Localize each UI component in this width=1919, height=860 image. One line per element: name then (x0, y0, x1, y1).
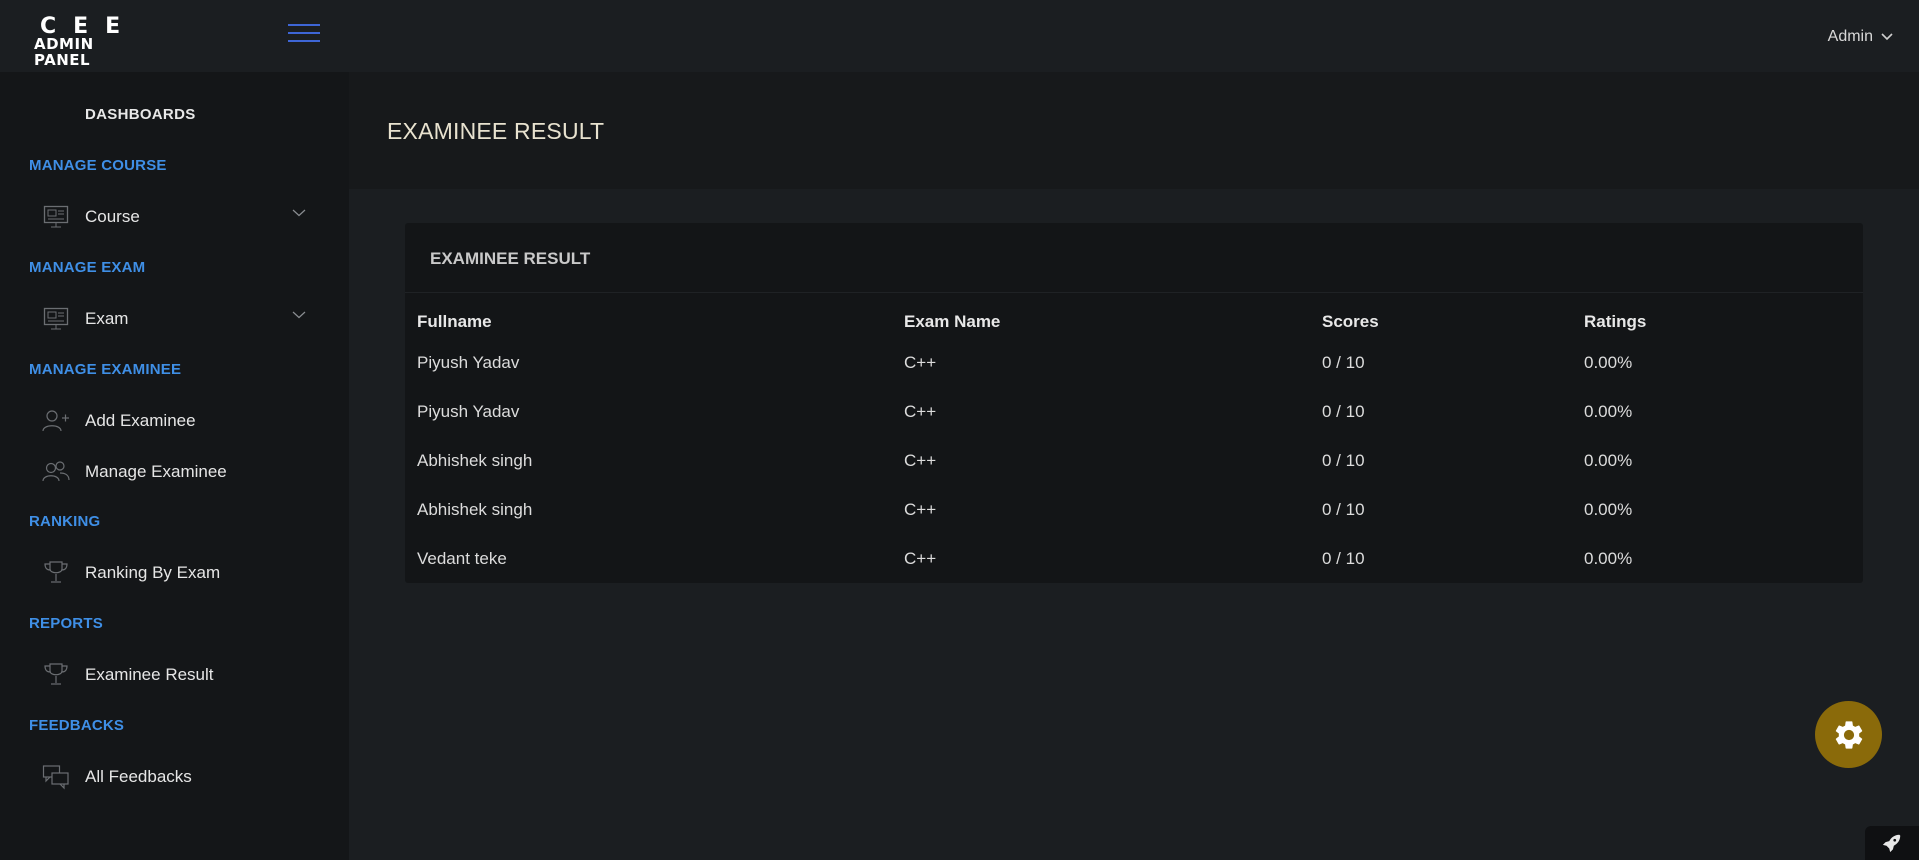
results-table: Fullname Exam Name Scores Ratings Piyush… (417, 305, 1851, 583)
cell-scores: 0 / 10 (1322, 401, 1365, 421)
sidebar-item-dashboards[interactable]: DASHBOARDS (85, 106, 196, 123)
sidebar-item-label: Examinee Result (85, 665, 214, 684)
settings-button[interactable] (1815, 701, 1882, 768)
sidebar-item-all-feedbacks[interactable]: All Feedbacks (42, 761, 312, 793)
sidebar-heading-manage-exam: MANAGE EXAM (29, 259, 146, 276)
cell-exam-name: C++ (904, 499, 937, 519)
cell-fullname: Abhishek singh (417, 450, 533, 470)
column-header-ratings[interactable]: Ratings (1584, 305, 1851, 338)
table-row: Vedant teke C++ 0 / 10 0.00% (417, 534, 1851, 583)
chat-icon (42, 763, 70, 791)
sidebar-heading-ranking: RANKING (29, 513, 101, 530)
sidebar-item-label: Manage Examinee (85, 462, 227, 481)
sidebar-item-label: Ranking By Exam (85, 563, 221, 582)
top-bar: CEE ADMIN PANEL Admin (0, 0, 1919, 72)
monitor-icon (42, 203, 70, 231)
cell-scores: 0 / 10 (1322, 499, 1365, 519)
brand-line2: ADMIN PANEL (34, 35, 94, 69)
cell-ratings: 0.00% (1584, 401, 1633, 421)
cell-ratings: 0.00% (1584, 352, 1633, 372)
examinee-result-card: EXAMINEE RESULT Fullname Exam Name Score… (405, 223, 1863, 583)
sidebar-item-label: Exam (85, 309, 129, 328)
user-label: Admin (1827, 28, 1873, 45)
page-title-bar: EXAMINEE RESULT (349, 72, 1919, 189)
sidebar: DASHBOARDS MANAGE COURSE Course MANAGE E… (0, 72, 349, 860)
column-header-scores[interactable]: Scores (1322, 305, 1584, 338)
table-row: Piyush Yadav C++ 0 / 10 0.00% (417, 387, 1851, 436)
card-header: EXAMINEE RESULT (405, 223, 1863, 293)
cell-exam-name: C++ (904, 548, 937, 568)
sidebar-item-ranking-by-exam[interactable]: Ranking By Exam (42, 557, 312, 589)
gear-icon (1835, 720, 1862, 749)
table-row: Abhishek singh C++ 0 / 10 0.00% (417, 485, 1851, 534)
cell-fullname: Piyush Yadav (417, 401, 520, 421)
rocket-icon (1882, 834, 1901, 853)
sidebar-item-manage-examinee[interactable]: Manage Examinee (42, 456, 312, 488)
user-menu[interactable]: Admin (1828, 28, 1893, 46)
cell-scores: 0 / 10 (1322, 548, 1365, 568)
table-header-row: Fullname Exam Name Scores Ratings (417, 305, 1851, 338)
monitor-icon (42, 305, 70, 333)
cell-exam-name: C++ (904, 450, 937, 470)
sidebar-heading-feedbacks: FEEDBACKS (29, 717, 125, 734)
chevron-down-icon (292, 311, 306, 319)
cell-fullname: Vedant teke (417, 548, 507, 568)
cell-exam-name: C++ (904, 352, 937, 372)
sidebar-item-label: Add Examinee (85, 411, 196, 430)
card-title: EXAMINEE RESULT (430, 249, 591, 268)
cell-fullname: Abhishek singh (417, 499, 533, 519)
column-header-fullname[interactable]: Fullname (417, 305, 904, 338)
cell-scores: 0 / 10 (1322, 450, 1365, 470)
sidebar-item-exam[interactable]: Exam (42, 303, 312, 335)
page-title: EXAMINEE RESULT (387, 118, 605, 144)
cell-fullname: Piyush Yadav (417, 352, 520, 372)
sidebar-heading-manage-course: MANAGE COURSE (29, 157, 167, 174)
users-icon (42, 458, 70, 486)
column-header-exam-name[interactable]: Exam Name (904, 305, 1322, 338)
chevron-down-icon (1881, 33, 1893, 41)
table-row: Piyush Yadav C++ 0 / 10 0.00% (417, 338, 1851, 387)
add-user-icon (42, 407, 70, 435)
cell-exam-name: C++ (904, 401, 937, 421)
sidebar-heading-reports: REPORTS (29, 615, 103, 632)
cell-scores: 0 / 10 (1322, 352, 1365, 372)
cell-ratings: 0.00% (1584, 450, 1633, 470)
menu-toggle-icon[interactable] (288, 24, 320, 42)
sidebar-item-course[interactable]: Course (42, 201, 312, 233)
sidebar-item-examinee-result[interactable]: Examinee Result (42, 659, 312, 691)
chevron-down-icon (292, 209, 306, 217)
trophy-icon (42, 661, 70, 689)
brand-line1: CEE (40, 14, 138, 39)
sidebar-item-label: All Feedbacks (85, 767, 192, 786)
table-row: Abhishek singh C++ 0 / 10 0.00% (417, 436, 1851, 485)
sidebar-heading-manage-examinee: MANAGE EXAMINEE (29, 361, 182, 378)
cell-ratings: 0.00% (1584, 548, 1633, 568)
brand-logo[interactable]: CEE ADMIN PANEL (34, 14, 154, 69)
cell-ratings: 0.00% (1584, 499, 1633, 519)
sidebar-item-label: Course (85, 207, 140, 226)
sidebar-item-add-examinee[interactable]: Add Examinee (42, 405, 312, 437)
trophy-icon (42, 559, 70, 587)
corner-launch-button[interactable] (1865, 826, 1919, 860)
